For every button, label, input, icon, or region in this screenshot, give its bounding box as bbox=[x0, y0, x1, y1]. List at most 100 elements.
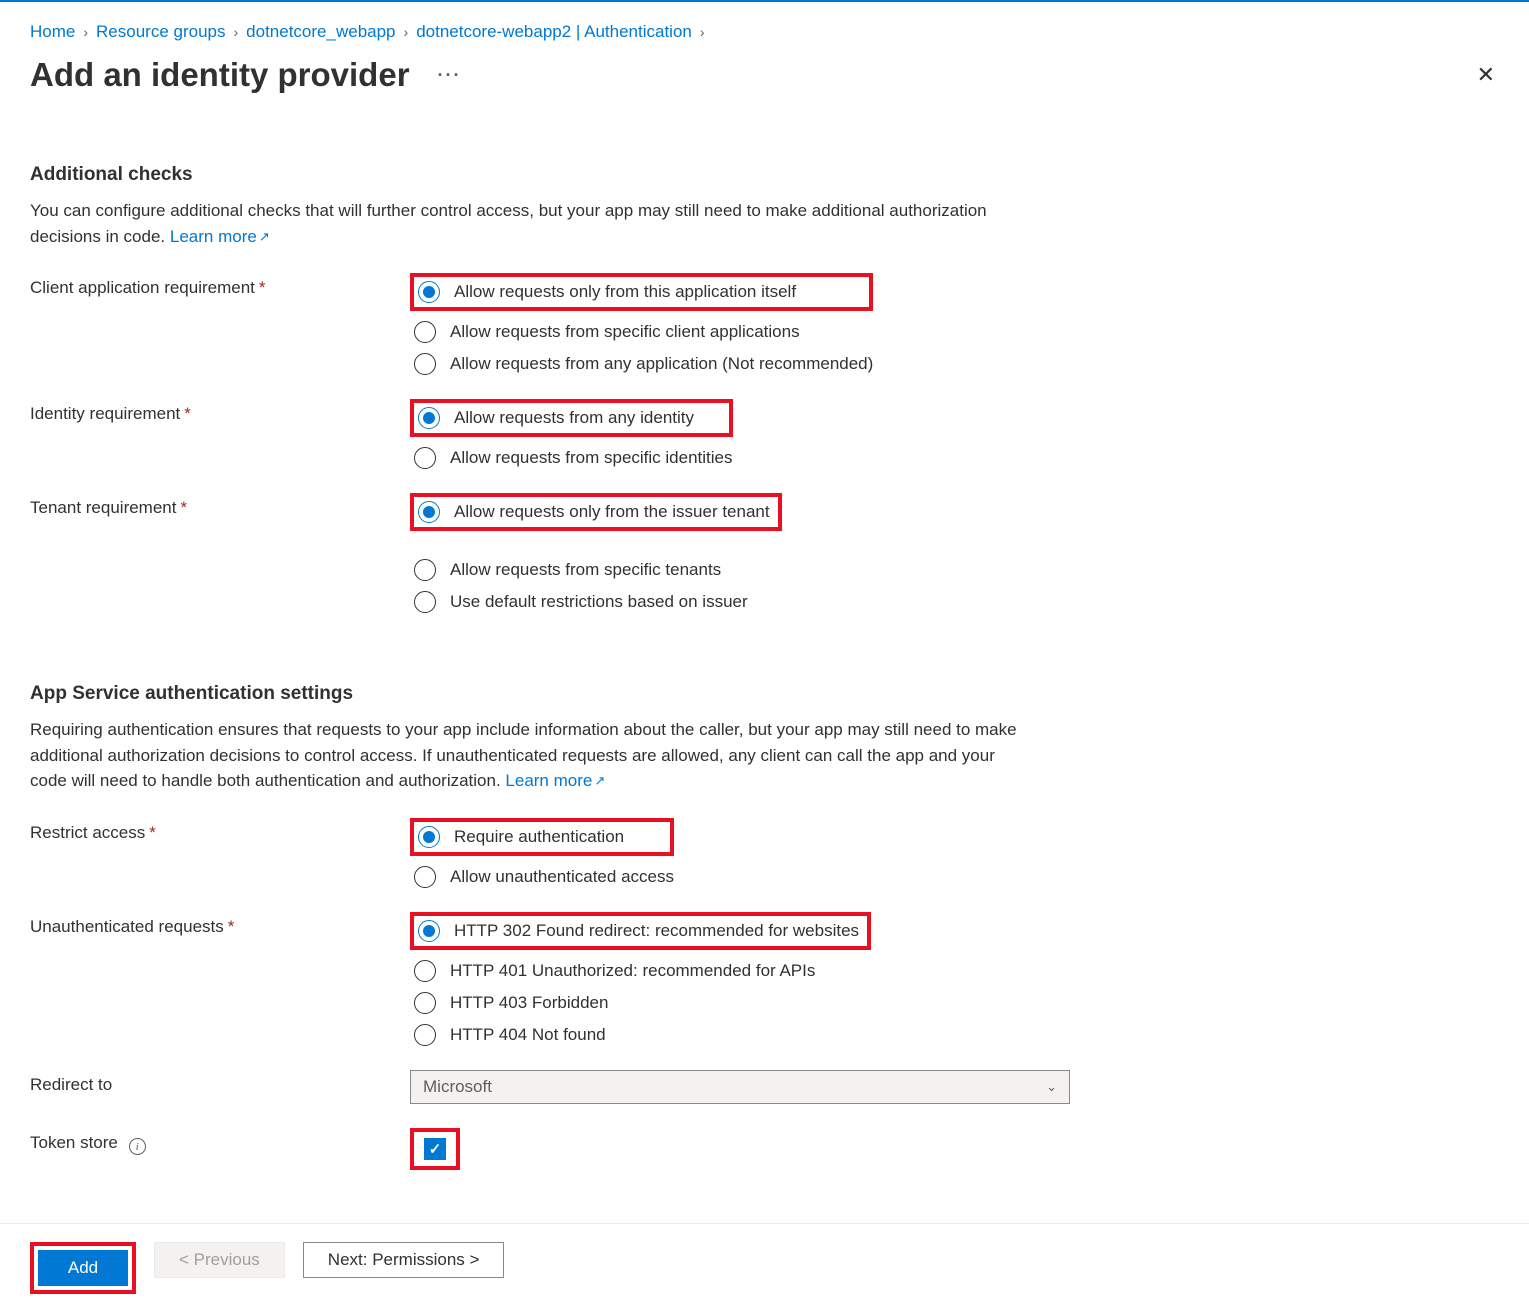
tenant-requirement-label: Tenant requirement* bbox=[30, 493, 410, 518]
identity-label-text: Identity requirement bbox=[30, 404, 180, 423]
field-identity-requirement: Identity requirement* Allow requests fro… bbox=[30, 399, 1499, 469]
breadcrumb-resource-groups[interactable]: Resource groups bbox=[96, 22, 225, 42]
radio-tenant-specific[interactable] bbox=[414, 559, 436, 581]
unauth-label-text: Unauthenticated requests bbox=[30, 917, 224, 936]
radio-label-unauth-opt4[interactable]: HTTP 404 Not found bbox=[450, 1025, 606, 1045]
highlight-tenant-opt1: Allow requests only from the issuer tena… bbox=[410, 493, 782, 531]
highlight-identity-opt1: Allow requests from any identity bbox=[410, 399, 733, 437]
radio-label-restrict-opt1[interactable]: Require authentication bbox=[454, 827, 624, 847]
radio-http-403[interactable] bbox=[414, 992, 436, 1014]
learn-more-link-checks[interactable]: Learn more↗ bbox=[170, 227, 270, 246]
identity-radio-group: Allow requests from any identity Allow r… bbox=[410, 399, 733, 469]
restrict-access-label: Restrict access* bbox=[30, 818, 410, 843]
field-token-store: Token store i ✓ bbox=[30, 1128, 1499, 1170]
radio-allow-unauth[interactable] bbox=[414, 866, 436, 888]
restrict-access-radio-group: Require authentication Allow unauthentic… bbox=[410, 818, 674, 888]
learn-more-link-auth[interactable]: Learn more↗ bbox=[505, 771, 605, 790]
radio-label-unauth-opt1[interactable]: HTTP 302 Found redirect: recommended for… bbox=[454, 921, 859, 941]
radio-label-client-opt3[interactable]: Allow requests from any application (Not… bbox=[450, 354, 873, 374]
more-options-icon[interactable]: ··· bbox=[438, 65, 462, 86]
radio-require-auth[interactable] bbox=[418, 826, 440, 848]
token-store-label-text: Token store bbox=[30, 1133, 118, 1152]
breadcrumb-authentication[interactable]: dotnetcore-webapp2 | Authentication bbox=[416, 22, 692, 42]
chevron-down-icon: ⌄ bbox=[1046, 1079, 1057, 1095]
radio-row-restrict-opt2: Allow unauthenticated access bbox=[410, 866, 674, 888]
breadcrumb: Home › Resource groups › dotnetcore_weba… bbox=[30, 10, 1499, 56]
required-mark: * bbox=[184, 404, 191, 423]
info-icon[interactable]: i bbox=[129, 1138, 146, 1155]
redirect-to-value: Microsoft bbox=[423, 1077, 492, 1097]
tenant-radio-group: Allow requests only from the issuer tena… bbox=[410, 493, 782, 613]
chevron-right-icon: › bbox=[698, 24, 707, 40]
radio-identity-specific[interactable] bbox=[414, 447, 436, 469]
highlight-unauth-opt1: HTTP 302 Found redirect: recommended for… bbox=[410, 912, 871, 950]
radio-row-client-opt2: Allow requests from specific client appl… bbox=[410, 321, 873, 343]
required-mark: * bbox=[259, 278, 266, 297]
radio-label-tenant-opt3[interactable]: Use default restrictions based on issuer bbox=[450, 592, 748, 612]
required-mark: * bbox=[149, 823, 156, 842]
radio-tenant-default[interactable] bbox=[414, 591, 436, 613]
page-title-text: Add an identity provider bbox=[30, 56, 410, 94]
section-app-service-auth-title: App Service authentication settings bbox=[30, 683, 1499, 705]
client-app-radio-group: Allow requests only from this applicatio… bbox=[410, 273, 873, 375]
unauth-requests-label: Unauthenticated requests* bbox=[30, 912, 410, 937]
highlight-token-store-checkbox: ✓ bbox=[410, 1128, 460, 1170]
radio-row-tenant-opt2: Allow requests from specific tenants bbox=[410, 559, 782, 581]
radio-client-specific[interactable] bbox=[414, 321, 436, 343]
radio-label-client-opt2[interactable]: Allow requests from specific client appl… bbox=[450, 322, 800, 342]
client-app-label-text: Client application requirement bbox=[30, 278, 255, 297]
page-title: Add an identity provider ··· bbox=[30, 56, 462, 94]
external-link-icon: ↗ bbox=[594, 771, 605, 791]
radio-label-restrict-opt2[interactable]: Allow unauthenticated access bbox=[450, 867, 674, 887]
field-redirect-to: Redirect to Microsoft ⌄ bbox=[30, 1070, 1499, 1104]
field-restrict-access: Restrict access* Require authentication … bbox=[30, 818, 1499, 888]
chevron-right-icon: › bbox=[81, 24, 90, 40]
token-store-label: Token store i bbox=[30, 1128, 410, 1156]
radio-row-unauth-opt4: HTTP 404 Not found bbox=[410, 1024, 871, 1046]
radio-http-404[interactable] bbox=[414, 1024, 436, 1046]
radio-label-tenant-opt2[interactable]: Allow requests from specific tenants bbox=[450, 560, 721, 580]
radio-label-tenant-opt1[interactable]: Allow requests only from the issuer tena… bbox=[454, 502, 770, 522]
required-mark: * bbox=[180, 498, 187, 517]
radio-identity-any[interactable] bbox=[418, 407, 440, 429]
breadcrumb-webapp-group[interactable]: dotnetcore_webapp bbox=[246, 22, 395, 42]
page-header: Add an identity provider ··· ✕ bbox=[30, 56, 1499, 104]
learn-more-text: Learn more bbox=[170, 227, 257, 246]
close-icon[interactable]: ✕ bbox=[1477, 62, 1499, 88]
chevron-right-icon: › bbox=[402, 24, 411, 40]
highlight-client-app-opt1: Allow requests only from this applicatio… bbox=[410, 273, 873, 311]
field-tenant-requirement: Tenant requirement* Allow requests only … bbox=[30, 493, 1499, 613]
radio-row-identity-opt2: Allow requests from specific identities bbox=[410, 447, 733, 469]
previous-button[interactable]: < Previous bbox=[154, 1242, 285, 1278]
required-mark: * bbox=[228, 917, 235, 936]
radio-label-identity-opt1[interactable]: Allow requests from any identity bbox=[454, 408, 694, 428]
breadcrumb-home[interactable]: Home bbox=[30, 22, 75, 42]
tenant-label-text: Tenant requirement bbox=[30, 498, 176, 517]
add-button[interactable]: Add bbox=[38, 1250, 128, 1286]
radio-label-unauth-opt3[interactable]: HTTP 403 Forbidden bbox=[450, 993, 608, 1013]
token-store-checkbox[interactable]: ✓ bbox=[424, 1138, 446, 1160]
section-additional-checks-desc: You can configure additional checks that… bbox=[30, 198, 1030, 249]
radio-row-unauth-opt3: HTTP 403 Forbidden bbox=[410, 992, 871, 1014]
radio-tenant-issuer[interactable] bbox=[418, 501, 440, 523]
radio-label-client-opt1[interactable]: Allow requests only from this applicatio… bbox=[454, 282, 796, 302]
next-permissions-button[interactable]: Next: Permissions > bbox=[303, 1242, 505, 1278]
section-additional-checks-title: Additional checks bbox=[30, 164, 1499, 186]
radio-http-302[interactable] bbox=[418, 920, 440, 942]
radio-http-401[interactable] bbox=[414, 960, 436, 982]
redirect-to-dropdown[interactable]: Microsoft ⌄ bbox=[410, 1070, 1070, 1104]
chevron-right-icon: › bbox=[232, 24, 241, 40]
radio-client-any[interactable] bbox=[414, 353, 436, 375]
radio-row-client-opt3: Allow requests from any application (Not… bbox=[410, 353, 873, 375]
redirect-to-label: Redirect to bbox=[30, 1070, 410, 1095]
radio-label-identity-opt2[interactable]: Allow requests from specific identities bbox=[450, 448, 733, 468]
learn-more-text-2: Learn more bbox=[505, 771, 592, 790]
highlight-restrict-opt1: Require authentication bbox=[410, 818, 674, 856]
footer-action-bar: Add < Previous Next: Permissions > bbox=[0, 1223, 1529, 1312]
field-unauth-requests: Unauthenticated requests* HTTP 302 Found… bbox=[30, 912, 1499, 1046]
field-client-app-requirement: Client application requirement* Allow re… bbox=[30, 273, 1499, 375]
unauth-radio-group: HTTP 302 Found redirect: recommended for… bbox=[410, 912, 871, 1046]
radio-client-app-only-this[interactable] bbox=[418, 281, 440, 303]
radio-label-unauth-opt2[interactable]: HTTP 401 Unauthorized: recommended for A… bbox=[450, 961, 815, 981]
client-app-requirement-label: Client application requirement* bbox=[30, 273, 410, 298]
